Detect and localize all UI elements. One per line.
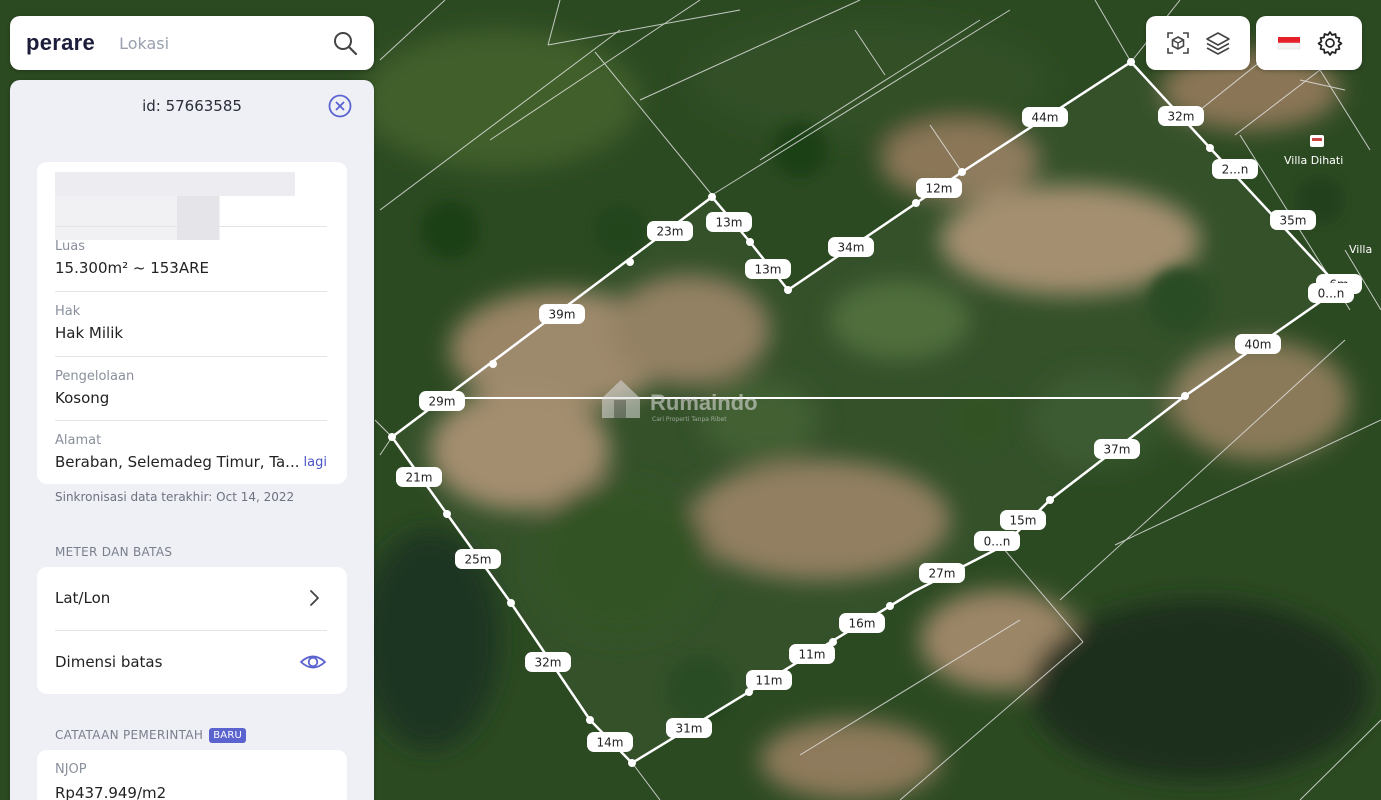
search-bar: perare bbox=[10, 16, 374, 70]
svg-text:15m: 15m bbox=[1010, 514, 1037, 528]
svg-text:13m: 13m bbox=[716, 216, 743, 230]
field-value: Beraban, Selemadeg Timur, Ta... bbox=[55, 453, 300, 471]
map-tools-group bbox=[1146, 16, 1250, 70]
svg-text:44m: 44m bbox=[1032, 111, 1059, 125]
dimension-label: 12m bbox=[916, 178, 962, 198]
sync-timestamp: Sinkronisasi data terakhir: Oct 14, 2022 bbox=[55, 490, 295, 504]
watermark-brand: Rumaindo bbox=[650, 390, 758, 415]
indonesia-flag-icon[interactable] bbox=[1275, 29, 1303, 57]
svg-text:35m: 35m bbox=[1280, 214, 1307, 228]
dimension-label: 2...n bbox=[1212, 159, 1258, 179]
svg-text:27m: 27m bbox=[929, 567, 956, 581]
row-label: Dimensi batas bbox=[55, 653, 163, 671]
field-pengelolaan: Pengelolaan Kosong bbox=[55, 356, 327, 407]
dimension-label: 40m bbox=[1235, 334, 1281, 354]
poi-label: Villa Dihati bbox=[1284, 154, 1343, 167]
svg-text:39m: 39m bbox=[549, 308, 576, 322]
svg-text:0...n: 0...n bbox=[1318, 287, 1345, 301]
dimension-label: 29m bbox=[419, 391, 465, 411]
svg-text:2...n: 2...n bbox=[1222, 163, 1249, 177]
parcel-detail-panel: id: 57663585 Luas 15.300m² ~ 153ARE Hak … bbox=[10, 80, 374, 800]
dimension-label: 37m bbox=[1094, 439, 1140, 459]
dimension-label: 21m bbox=[396, 467, 442, 487]
dimension-label: 27m bbox=[919, 563, 965, 583]
svg-text:21m: 21m bbox=[406, 471, 433, 485]
field-hak: Hak Hak Milik bbox=[55, 291, 327, 342]
dimension-label: 32m bbox=[525, 652, 571, 672]
field-label: Hak bbox=[55, 304, 81, 319]
svg-text:29m: 29m bbox=[429, 395, 456, 409]
njop-card: NJOP Rp437.949/m2 bbox=[37, 750, 347, 800]
field-label: Luas bbox=[55, 239, 85, 254]
dimension-label: 31m bbox=[666, 718, 712, 738]
dimension-label: 39m bbox=[539, 304, 585, 324]
gear-icon[interactable] bbox=[1316, 29, 1344, 57]
dimension-label: 13m bbox=[745, 259, 791, 279]
field-label: Pengelolaan bbox=[55, 369, 135, 384]
dimension-label: 44m bbox=[1022, 107, 1068, 127]
svg-text:13m: 13m bbox=[755, 263, 782, 277]
dimension-label: 0...n bbox=[974, 531, 1020, 551]
dimension-label: 16m bbox=[839, 613, 885, 633]
field-alamat: Alamat Beraban, Selemadeg Timur, Ta... l… bbox=[55, 420, 327, 471]
dimension-label: 14m bbox=[587, 732, 633, 752]
parcel-info-card: Luas 15.300m² ~ 153ARE Hak Hak Milik Pen… bbox=[37, 162, 347, 484]
dimension-label: 15m bbox=[1000, 510, 1046, 530]
dimension-label: 34m bbox=[828, 237, 874, 257]
row-dimensi-batas[interactable]: Dimensi batas bbox=[55, 631, 327, 693]
svg-text:40m: 40m bbox=[1245, 338, 1272, 352]
panel-header: id: 57663585 bbox=[10, 80, 374, 132]
close-icon[interactable] bbox=[328, 94, 352, 118]
svg-text:37m: 37m bbox=[1104, 443, 1131, 457]
svg-text:25m: 25m bbox=[465, 553, 492, 567]
field-value: Hak Milik bbox=[55, 324, 124, 342]
svg-text:31m: 31m bbox=[676, 722, 703, 736]
settings-group bbox=[1256, 16, 1362, 70]
row-lat-lon[interactable]: Lat/Lon bbox=[55, 567, 327, 629]
dimension-label: 32m bbox=[1158, 106, 1204, 126]
svg-text:0...n: 0...n bbox=[984, 535, 1011, 549]
section-title-meter: METER DAN BATAS bbox=[55, 545, 173, 559]
watermark-tagline: Cari Properti Tanpa Ribet bbox=[652, 416, 727, 423]
new-badge: BARU bbox=[209, 728, 246, 743]
svg-text:14m: 14m bbox=[597, 736, 624, 750]
section-title-text: CATATAAN PEMERINTAH bbox=[55, 728, 204, 742]
read-more-link[interactable]: lagi bbox=[304, 455, 327, 470]
dimension-label: 35m bbox=[1270, 210, 1316, 230]
redacted-block bbox=[55, 172, 295, 196]
section-title-gov: CATATAAN PEMERINTAH BARU bbox=[55, 728, 246, 743]
dimension-label: 13m bbox=[706, 212, 752, 232]
dimension-label: 11m bbox=[789, 644, 835, 664]
search-input[interactable] bbox=[117, 32, 312, 54]
dimension-label: 23m bbox=[647, 221, 693, 241]
chevron-right-icon bbox=[310, 590, 319, 606]
svg-text:11m: 11m bbox=[756, 674, 783, 688]
svg-text:32m: 32m bbox=[535, 656, 562, 670]
field-value: 15.300m² ~ 153ARE bbox=[55, 259, 210, 277]
ar-scan-icon[interactable] bbox=[1164, 29, 1192, 57]
row-label: Lat/Lon bbox=[55, 589, 111, 607]
svg-text:12m: 12m bbox=[926, 182, 953, 196]
parcel-id: id: 57663585 bbox=[142, 97, 242, 115]
poi-label-partial: Villa bbox=[1349, 243, 1372, 256]
svg-text:11m: 11m bbox=[799, 648, 826, 662]
field-label: Alamat bbox=[55, 433, 102, 448]
field-luas: Luas 15.300m² ~ 153ARE bbox=[55, 226, 327, 277]
dimension-label: 0...n bbox=[1308, 283, 1354, 303]
app-logo[interactable]: perare bbox=[26, 30, 95, 56]
svg-text:34m: 34m bbox=[838, 241, 865, 255]
njop-value: Rp437.949/m2 bbox=[55, 784, 167, 800]
svg-text:32m: 32m bbox=[1168, 110, 1195, 124]
svg-text:23m: 23m bbox=[657, 225, 684, 239]
field-value: Kosong bbox=[55, 389, 110, 407]
eye-icon[interactable] bbox=[299, 650, 327, 674]
layers-icon[interactable] bbox=[1204, 29, 1232, 57]
svg-text:16m: 16m bbox=[849, 617, 876, 631]
meter-card: Lat/Lon Dimensi batas bbox=[37, 567, 347, 694]
search-icon[interactable] bbox=[332, 30, 358, 56]
dimension-label: 25m bbox=[455, 549, 501, 569]
njop-label: NJOP bbox=[55, 762, 87, 777]
dimension-label: 11m bbox=[746, 670, 792, 690]
